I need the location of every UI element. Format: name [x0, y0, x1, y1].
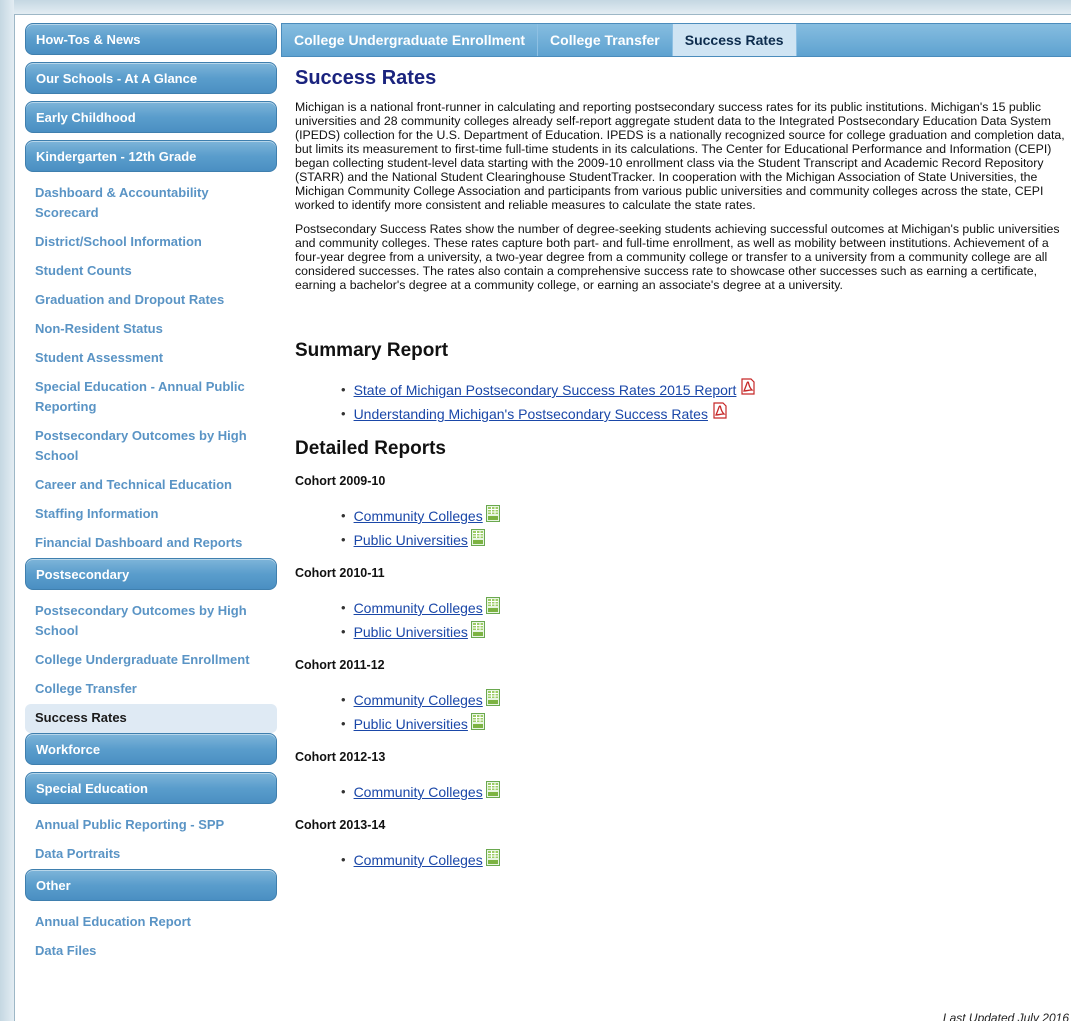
sidebar-item-staffing-information[interactable]: Staffing Information	[25, 500, 277, 529]
sidebar-item-special-education-annual-public-reporting[interactable]: Special Education - Annual Public Report…	[25, 373, 277, 422]
pdf-icon[interactable]	[740, 377, 756, 395]
bullet: •	[341, 382, 346, 397]
sidebar-item-graduation-and-dropout-rates[interactable]: Graduation and Dropout Rates	[25, 286, 277, 315]
report-link-community-colleges[interactable]: Community Colleges	[354, 780, 483, 804]
summary-report-heading: Summary Report	[295, 340, 449, 361]
cohort-label: Cohort 2011-12	[295, 658, 385, 672]
sidebar-item-student-counts[interactable]: Student Counts	[25, 257, 277, 286]
page-frame-left	[0, 0, 14, 1021]
tab-bar: College Undergraduate Enrollment College …	[281, 23, 1071, 57]
report-link-community-colleges[interactable]: Community Colleges	[354, 848, 483, 872]
list-item: • State of Michigan Postsecondary Success…	[341, 377, 1071, 402]
excel-icon[interactable]	[470, 712, 485, 730]
cohort-report-list: • Community Colleges • Public Universities	[341, 504, 1071, 552]
excel-icon[interactable]	[485, 504, 500, 522]
bullet: •	[341, 624, 346, 639]
sidebar-item-district-school-information[interactable]: District/School Information	[25, 228, 277, 257]
list-item: • Community Colleges	[341, 780, 1071, 804]
cohort-label: Cohort 2010-11	[295, 566, 385, 580]
list-item: • Public Universities	[341, 620, 1071, 644]
cohort-label: Cohort 2012-13	[295, 750, 386, 764]
main-content: College Undergraduate Enrollment College …	[281, 23, 1071, 872]
cohort-report-list: • Community Colleges • Public Universities	[341, 596, 1071, 644]
sidebar-item-student-assessment[interactable]: Student Assessment	[25, 344, 277, 373]
excel-icon[interactable]	[485, 688, 500, 706]
excel-icon[interactable]	[485, 780, 500, 798]
sidebar-item-dashboard-accountability-scorecard[interactable]: Dashboard & Accountability Scorecard	[25, 179, 277, 228]
last-updated: Last Updated July 2016	[942, 1011, 1069, 1021]
sidebar-item-success-rates[interactable]: Success Rates	[25, 704, 277, 733]
sidebar-item-data-files[interactable]: Data Files	[25, 937, 277, 966]
sidebar-item-postsecondary-outcomes-by-high-school[interactable]: Postsecondary Outcomes by High School	[25, 597, 277, 646]
sidebar-item-data-portraits[interactable]: Data Portraits	[25, 840, 277, 869]
page-frame-top	[0, 0, 1071, 14]
list-item: • Community Colleges	[341, 504, 1071, 528]
sidebar-item-college-undergraduate-enrollment[interactable]: College Undergraduate Enrollment	[25, 646, 277, 675]
cohort-label: Cohort 2013-14	[295, 818, 386, 832]
bullet: •	[341, 784, 346, 799]
list-item: • Public Universities	[341, 712, 1071, 736]
report-link-community-colleges[interactable]: Community Colleges	[354, 504, 483, 528]
report-link-state-of-michigan-postsecondary-success-rates-2015-report[interactable]: State of Michigan Postsecondary Success …	[354, 378, 737, 402]
sidebar-item-financial-dashboard-and-reports[interactable]: Financial Dashboard and Reports	[25, 529, 277, 558]
sidebar-category-workforce[interactable]: Workforce	[25, 733, 277, 765]
list-item: • Community Colleges	[341, 848, 1071, 872]
tab-success-rates[interactable]: Success Rates	[672, 24, 797, 56]
bullet: •	[341, 716, 346, 731]
intro-paragraph: Michigan is a national front-runner in c…	[295, 100, 1065, 212]
bullet: •	[341, 532, 346, 547]
bullet: •	[341, 508, 346, 523]
list-item: • Community Colleges	[341, 688, 1071, 712]
sidebar-category-special-education[interactable]: Special Education	[25, 772, 277, 804]
cohort-report-list: • Community Colleges • Public Universities	[341, 688, 1071, 736]
bullet: •	[341, 406, 346, 421]
report-link-public-universities[interactable]: Public Universities	[354, 528, 468, 552]
sidebar-nav: How-Tos & News Our Schools - At A Glance E…	[25, 23, 277, 966]
sidebar-item-college-transfer[interactable]: College Transfer	[25, 675, 277, 704]
summary-report-list: • State of Michigan Postsecondary Success…	[341, 377, 1071, 426]
sidebar-item-annual-education-report[interactable]: Annual Education Report	[25, 908, 277, 937]
list-item: • Public Universities	[341, 528, 1071, 552]
sidebar-category-postsecondary[interactable]: Postsecondary	[25, 558, 277, 590]
cohort-report-list: • Community Colleges	[341, 848, 1071, 872]
bullet: •	[341, 692, 346, 707]
tab-college-undergraduate-enrollment[interactable]: College Undergraduate Enrollment	[282, 24, 539, 56]
list-item: • Understanding Michigan's Postsecondary …	[341, 401, 1071, 426]
report-link-public-universities[interactable]: Public Universities	[354, 620, 468, 644]
definition-paragraph: Postsecondary Success Rates show the num…	[295, 222, 1060, 292]
sidebar-category-kindergarten-12th-grade[interactable]: Kindergarten - 12th Grade	[25, 140, 277, 172]
pdf-icon[interactable]	[712, 401, 728, 419]
sidebar-category-other[interactable]: Other	[25, 869, 277, 901]
sidebar-item-career-and-technical-education[interactable]: Career and Technical Education	[25, 471, 277, 500]
tab-college-transfer[interactable]: College Transfer	[538, 24, 673, 56]
page-title: Success Rates	[295, 67, 437, 89]
report-link-community-colleges[interactable]: Community Colleges	[354, 688, 483, 712]
report-link-understanding-michigan-s-postsecondary-success-rates[interactable]: Understanding Michigan's Postsecondary S…	[354, 402, 708, 426]
sidebar-category-how-tos-news[interactable]: How-Tos & News	[25, 23, 277, 55]
excel-icon[interactable]	[470, 528, 485, 546]
report-link-community-colleges[interactable]: Community Colleges	[354, 596, 483, 620]
cohort-label: Cohort 2009-10	[295, 474, 386, 488]
sidebar-item-postsecondary-outcomes-by-high-school[interactable]: Postsecondary Outcomes by High School	[25, 422, 277, 471]
excel-icon[interactable]	[470, 620, 485, 638]
bullet: •	[341, 852, 346, 867]
excel-icon[interactable]	[485, 596, 500, 614]
sidebar-item-non-resident-status[interactable]: Non-Resident Status	[25, 315, 277, 344]
page: How-Tos & News Our Schools - At A Glance E…	[14, 14, 1071, 1021]
report-link-public-universities[interactable]: Public Universities	[354, 712, 468, 736]
cohort-list: Cohort 2009-10 • Community Colleges • Public…	[281, 474, 1071, 872]
sidebar-item-annual-public-reporting-spp[interactable]: Annual Public Reporting - SPP	[25, 811, 277, 840]
cohort-report-list: • Community Colleges	[341, 780, 1071, 804]
sidebar-category-early-childhood[interactable]: Early Childhood	[25, 101, 277, 133]
detailed-reports-heading: Detailed Reports	[295, 438, 446, 459]
sidebar-category-our-schools-at-a-glance[interactable]: Our Schools - At A Glance	[25, 62, 277, 94]
list-item: • Community Colleges	[341, 596, 1071, 620]
bullet: •	[341, 600, 346, 615]
excel-icon[interactable]	[485, 848, 500, 866]
